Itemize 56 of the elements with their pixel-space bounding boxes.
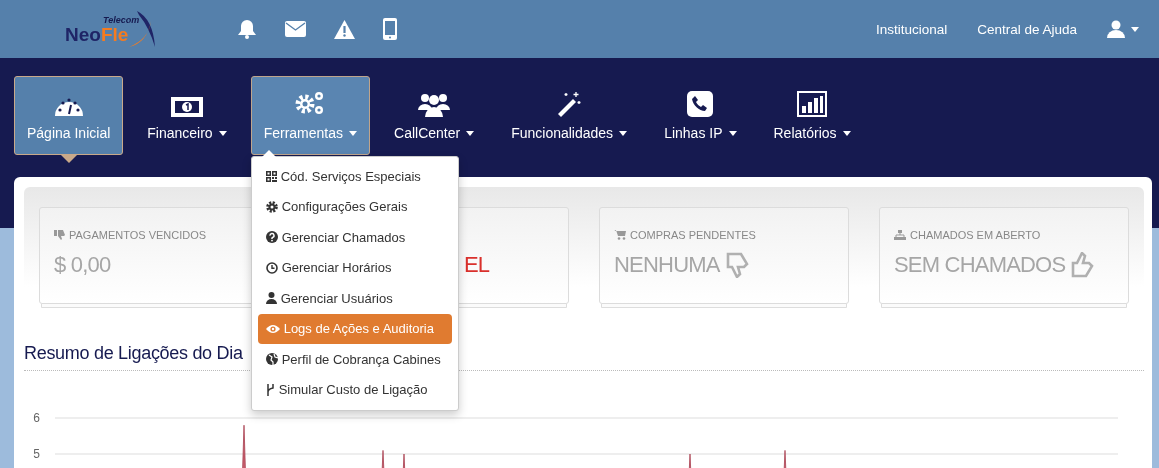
menu-item[interactable]: Cód. Serviços Especiais (257, 161, 452, 192)
envelope-icon (285, 21, 306, 37)
menu-item[interactable]: Gerenciar Usuários (257, 283, 452, 314)
user-icon (265, 292, 277, 305)
card-value: EL (464, 252, 490, 278)
gear-icon (265, 200, 278, 213)
mobile-phone-icon (383, 18, 397, 40)
cart-icon (614, 230, 626, 240)
thumbs-up-icon (1071, 252, 1096, 278)
phone-icon (687, 91, 714, 117)
card-label: CHAMADOS EM ABERTO (910, 229, 1041, 241)
bar-chart-icon (797, 91, 827, 117)
nav-tab[interactable]: Funcionalidades (498, 76, 641, 155)
magic-wand-icon (556, 91, 583, 117)
card-value: $ 0,00 (54, 252, 111, 278)
menu-item[interactable]: Gerenciar Horários (257, 252, 452, 283)
card-label: COMPRAS PENDENTES (630, 229, 756, 241)
thumbs-down-icon (725, 252, 750, 278)
users-icon (418, 91, 451, 117)
user-icon (1107, 20, 1125, 38)
clock-icon (265, 261, 278, 274)
caret-icon (1131, 26, 1139, 32)
card-value: NENHUMA (614, 252, 720, 278)
user-menu-button[interactable] (1107, 20, 1139, 38)
banknote-icon (170, 97, 203, 117)
menu-item[interactable]: Gerenciar Chamados (257, 222, 452, 253)
nav-tab[interactable]: Financeiro (134, 76, 240, 155)
logo[interactable]: Telecom NeoFle (65, 9, 157, 49)
nav-tab[interactable]: Linhas IP (651, 76, 750, 155)
nav-tab[interactable]: Ferramentas (250, 76, 370, 155)
thumbs-down-icon (54, 230, 65, 240)
caret-icon (728, 130, 737, 136)
axis-label: 6 (33, 411, 40, 425)
axis-label: 5 (33, 447, 40, 461)
eye-icon (265, 323, 280, 334)
card-label: PAGAMENTOS VENCIDOS (69, 229, 207, 241)
menu-item[interactable]: Simular Custo de Ligação (257, 374, 452, 405)
header-link[interactable]: Central de Ajuda (977, 21, 1077, 37)
caret-icon (218, 130, 227, 136)
bell-icon (237, 19, 257, 39)
nav-tab[interactable]: Relatórios (760, 76, 864, 155)
card-value: SEM CHAMADOS (894, 252, 1066, 278)
menu-item[interactable]: Perfil de Cobrança Cabines (257, 344, 452, 375)
caret-icon (466, 130, 475, 136)
qr-code-icon (265, 170, 277, 182)
question-icon (265, 231, 278, 244)
warning-icon (334, 19, 355, 39)
nav-tab[interactable]: CallCenter (381, 76, 488, 155)
caret-icon (842, 130, 851, 136)
globe-icon (265, 353, 278, 366)
header-link[interactable]: Institucional (875, 21, 948, 37)
menu-item[interactable]: Configurações Gerais (257, 191, 452, 222)
caret-icon (619, 130, 628, 136)
branch-icon (265, 383, 275, 396)
sitemap-icon (894, 230, 906, 240)
caret-icon (349, 130, 357, 136)
